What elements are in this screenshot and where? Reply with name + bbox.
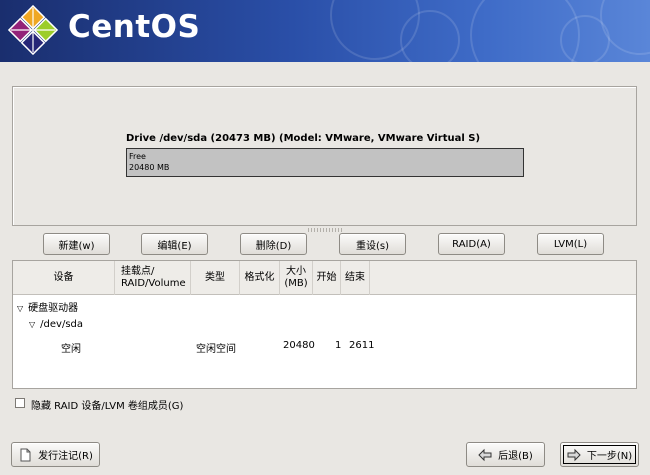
drive-title: Drive /dev/sda (20473 MB) (Model: VMware… — [126, 133, 481, 144]
centos-wordmark: CentOS — [68, 9, 201, 45]
segment-label: Free — [129, 152, 146, 161]
next-button[interactable]: 下一步(N) — [560, 442, 639, 467]
free-type-cell[interactable]: 空闲空间 — [196, 340, 236, 355]
reset-button[interactable]: 重设(s) — [339, 233, 406, 255]
centos-logo-icon — [8, 5, 58, 55]
release-notes-button[interactable]: 发行注记(R) — [11, 442, 100, 467]
tree-row-dev-sda[interactable]: ▽/dev/sda — [29, 319, 83, 330]
column-type[interactable]: 类型 — [191, 261, 240, 295]
column-end[interactable]: 结束 — [341, 261, 370, 295]
expander-down-icon[interactable]: ▽ — [29, 320, 35, 329]
arrow-right-icon — [567, 448, 581, 461]
free-start-cell[interactable]: 1 — [335, 340, 341, 351]
arrow-left-icon — [478, 448, 492, 461]
edit-button[interactable]: 编辑(E) — [141, 233, 208, 255]
hide-raid-lvm-checkbox[interactable] — [15, 398, 25, 408]
drive-panel: Drive /dev/sda (20473 MB) (Model: VMware… — [12, 86, 637, 226]
segment-size: 20480 MB — [129, 163, 170, 172]
column-device[interactable]: 设备 — [13, 261, 115, 295]
tree-row-hard-drives[interactable]: ▽ 硬盘驱动器 — [17, 299, 78, 314]
lvm-button[interactable]: LVM(L) — [537, 233, 604, 255]
pane-resize-grip[interactable] — [308, 228, 342, 232]
free-end-cell[interactable]: 2611 — [349, 340, 374, 351]
free-device-cell[interactable]: 空闲 — [61, 340, 81, 355]
hide-raid-lvm-label[interactable]: 隐藏 RAID 设备/LVM 卷组成员(G) — [31, 397, 183, 412]
notes-page-icon — [20, 448, 31, 461]
drive-free-segment[interactable]: Free 20480 MB — [126, 148, 524, 177]
free-size-cell[interactable]: 20480 — [283, 340, 315, 351]
back-button[interactable]: 后退(B) — [466, 442, 545, 467]
raid-button[interactable]: RAID(A) — [438, 233, 505, 255]
column-start[interactable]: 开始 — [313, 261, 341, 295]
expander-down-icon[interactable]: ▽ — [17, 304, 23, 313]
column-size[interactable]: 大小 (MB) — [280, 261, 313, 295]
partition-tree[interactable]: 设备 挂载点/ RAID/Volume 类型 格式化 大小 (MB) 开始 结束… — [12, 260, 637, 389]
table-header: 设备 挂载点/ RAID/Volume 类型 格式化 大小 (MB) 开始 结束 — [13, 261, 636, 295]
delete-button[interactable]: 删除(D) — [240, 233, 307, 255]
column-format[interactable]: 格式化 — [240, 261, 280, 295]
header-banner: CentOS — [0, 0, 650, 62]
column-mount-point[interactable]: 挂载点/ RAID/Volume — [115, 261, 191, 295]
new-button[interactable]: 新建(w) — [43, 233, 110, 255]
